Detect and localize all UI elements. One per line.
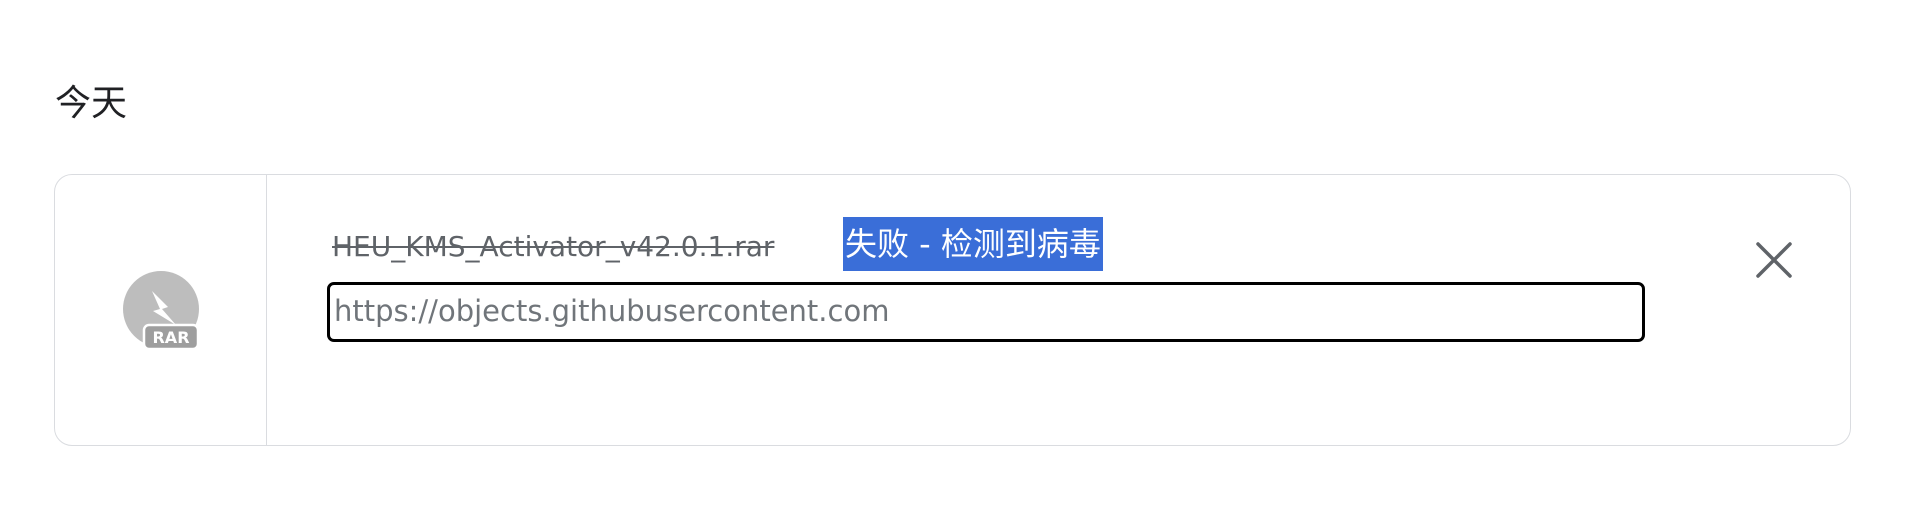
file-name: HEU_KMS_Activator_v42.0.1.rar [332,230,775,263]
file-source-url-link[interactable]: https://objects.githubusercontent.com [327,282,1645,342]
close-icon [1756,242,1792,278]
remove-download-button[interactable] [1743,229,1805,291]
date-section-header: 今天 [55,83,128,124]
rar-file-icon-label: RAR [152,328,189,347]
rar-file-icon: RAR [123,271,200,351]
file-icon-column: RAR [55,175,267,445]
status-badge: 失败 - 检测到病毒 [843,217,1103,271]
download-item-card: RAR HEU_KMS_Activator_v42.0.1.rar 失败 - 检… [54,174,1851,446]
